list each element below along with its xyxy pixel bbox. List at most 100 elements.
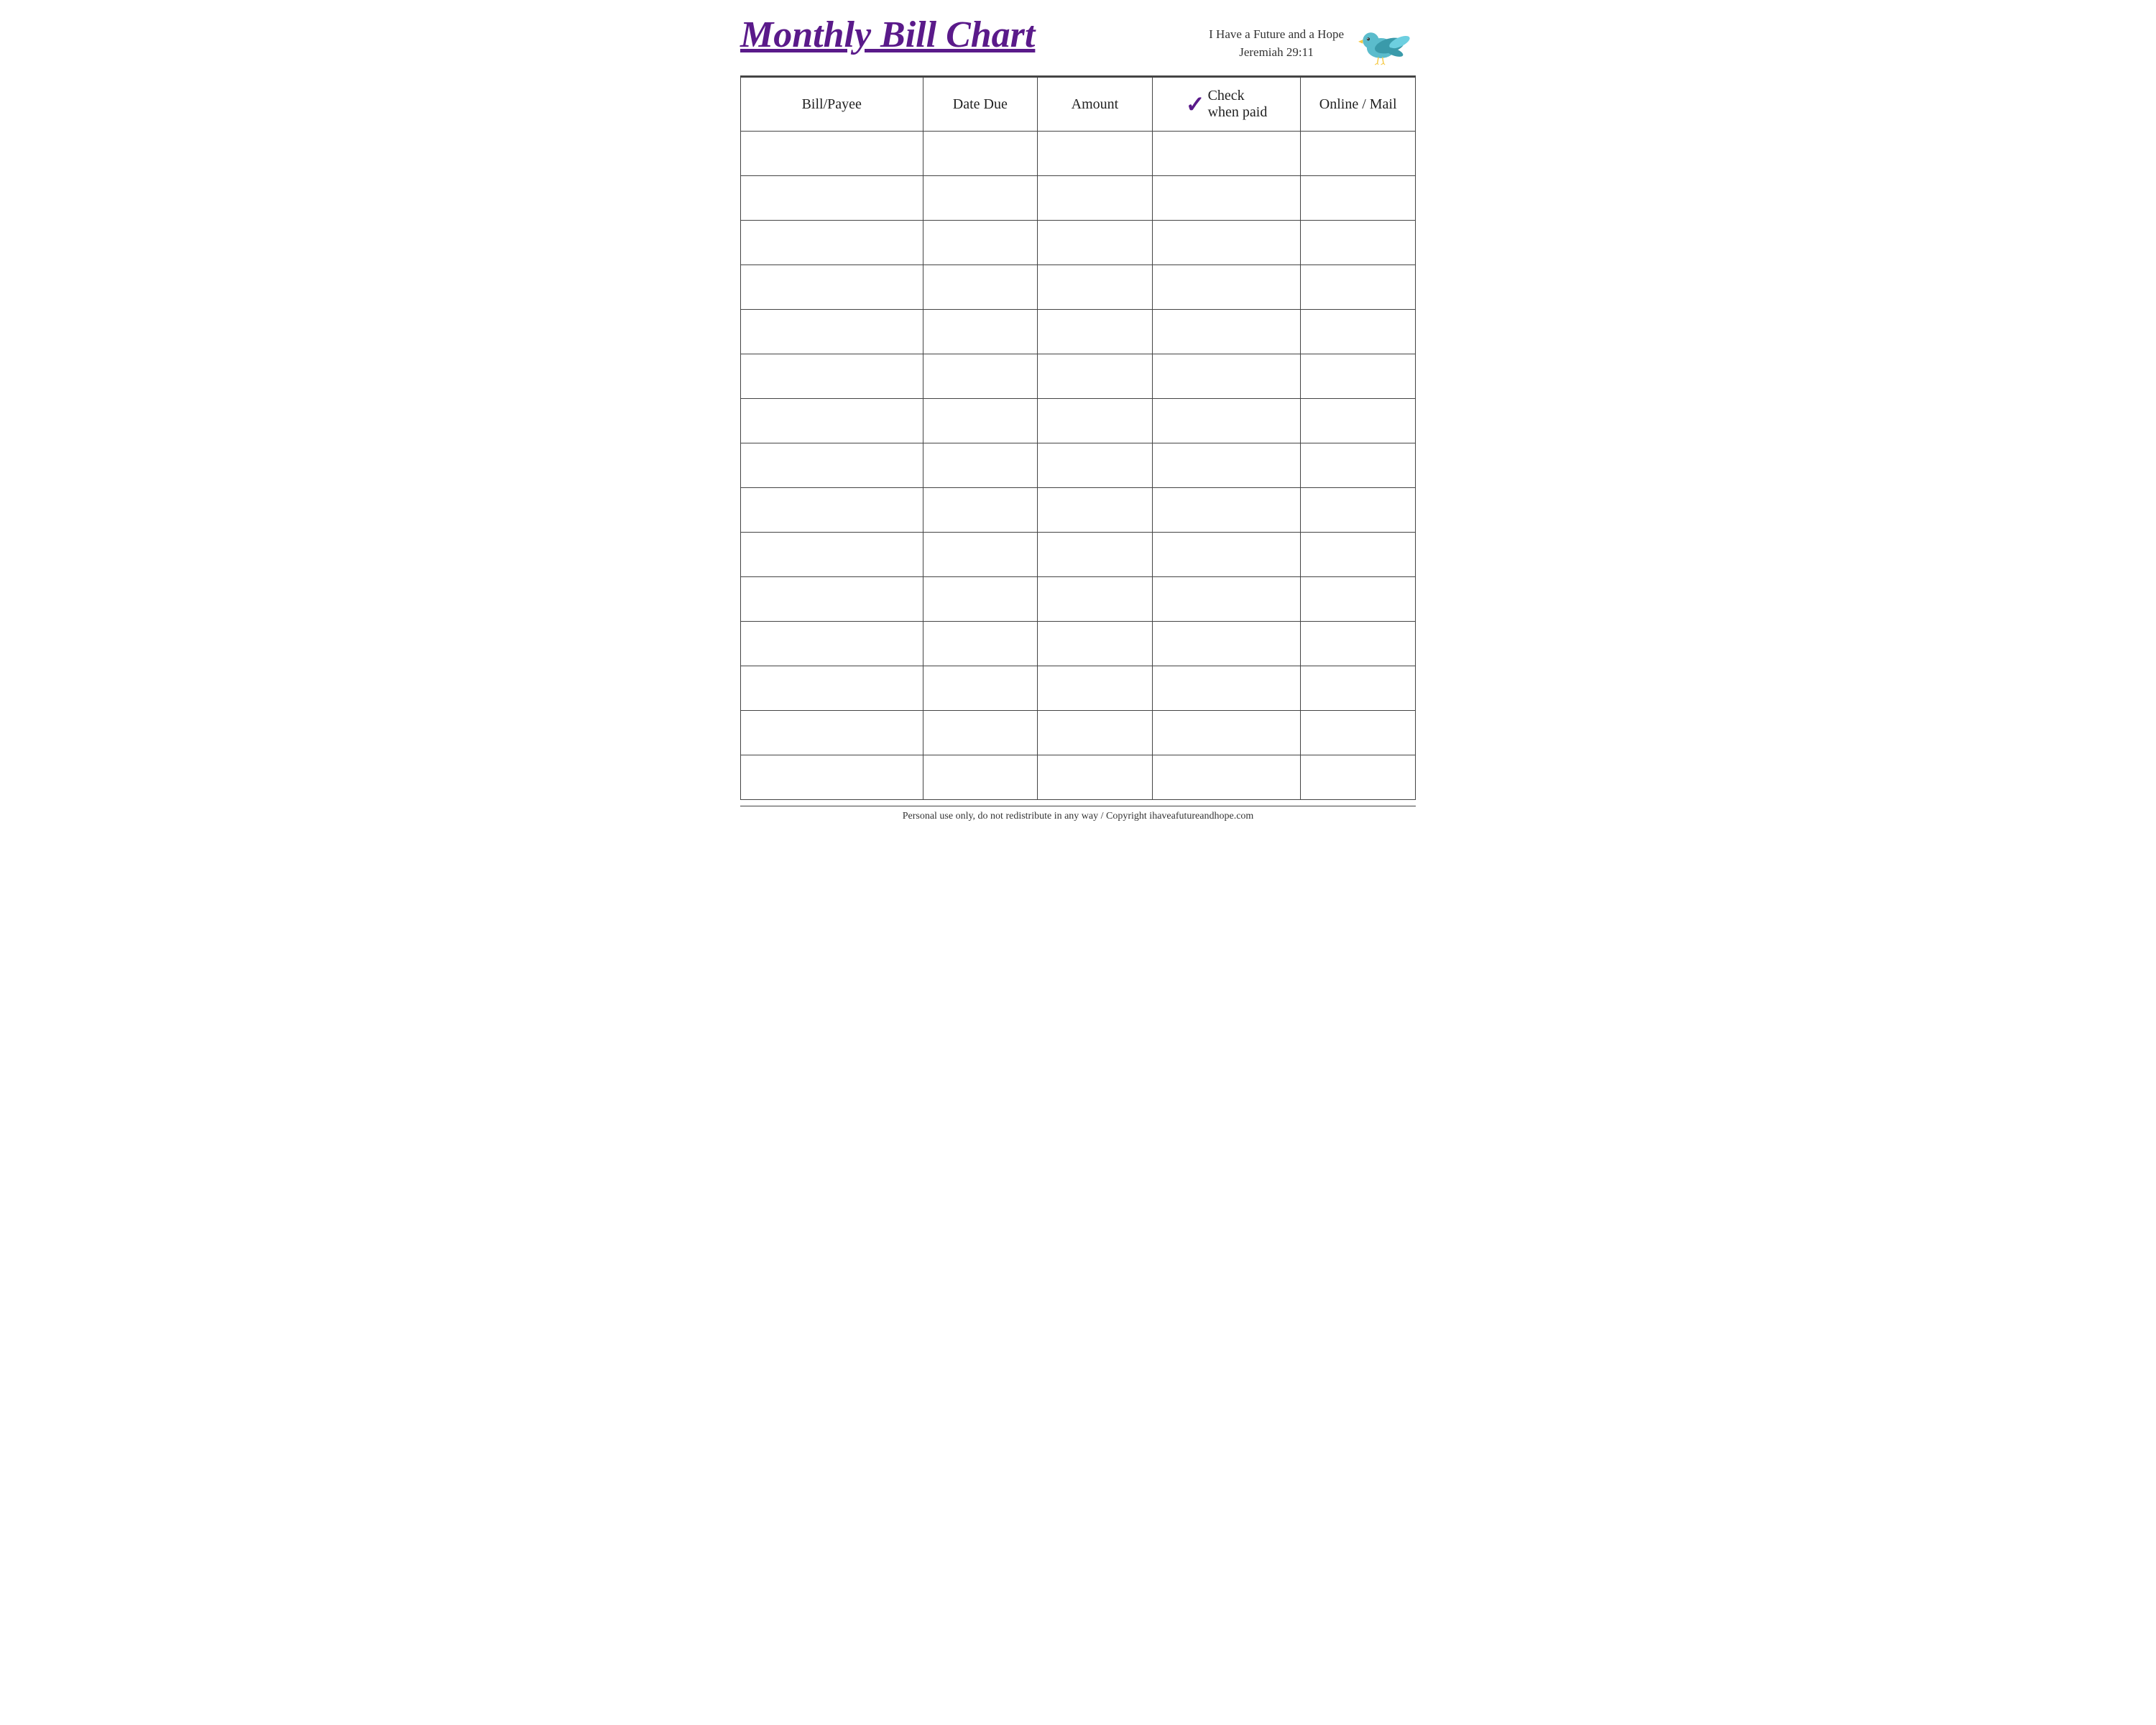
bird-container: I Have a Future and a Hope Jeremiah 29:1… [1209, 18, 1416, 68]
table-cell [923, 354, 1038, 399]
table-cell [741, 176, 923, 221]
table-cell [1301, 399, 1416, 443]
table-cell [1301, 533, 1416, 577]
table-cell [1038, 577, 1153, 622]
table-cell [1301, 488, 1416, 533]
table-row [741, 399, 1416, 443]
table-cell [741, 399, 923, 443]
check-text: Check when paid [1208, 88, 1268, 121]
footer-text: Personal use only, do not redistribute i… [903, 811, 1254, 822]
table-cell [741, 622, 923, 666]
table-cell [1152, 310, 1301, 354]
table-cell [923, 666, 1038, 711]
table-cell [1152, 221, 1301, 265]
table-cell [923, 176, 1038, 221]
table-cell [1301, 711, 1416, 755]
table-cell [1038, 399, 1153, 443]
table-cell [1038, 666, 1153, 711]
table-cell [1301, 443, 1416, 488]
table-row [741, 488, 1416, 533]
table-row [741, 666, 1416, 711]
table-cell [1038, 443, 1153, 488]
table-cell [1301, 176, 1416, 221]
table-cell [741, 711, 923, 755]
checkmark-icon: ✓ [1186, 93, 1205, 116]
col-header-date: Date Due [923, 78, 1038, 132]
table-cell [923, 132, 1038, 176]
tagline-line2: Jeremiah 29:11 [1239, 45, 1314, 59]
table-cell [1038, 488, 1153, 533]
tagline-line1: I Have a Future and a Hope [1209, 27, 1344, 41]
table-cell [1038, 176, 1153, 221]
table-cell [1152, 488, 1301, 533]
table-cell [1038, 755, 1153, 800]
table-row [741, 533, 1416, 577]
table-cell [1152, 265, 1301, 310]
table-cell [1152, 132, 1301, 176]
table-cell [1038, 533, 1153, 577]
table-row [741, 310, 1416, 354]
table-cell [923, 755, 1038, 800]
table-cell [1152, 354, 1301, 399]
table-cell [1152, 622, 1301, 666]
table-cell [1301, 310, 1416, 354]
table-cell [741, 221, 923, 265]
table-row [741, 221, 1416, 265]
table-cell [1152, 755, 1301, 800]
table-cell [741, 755, 923, 800]
table-cell [923, 711, 1038, 755]
check-header-content: ✓ Check when paid [1158, 88, 1295, 121]
table-cell [1152, 533, 1301, 577]
table-row [741, 711, 1416, 755]
table-row [741, 755, 1416, 800]
col-header-online: Online / Mail [1301, 78, 1416, 132]
table-cell [1038, 132, 1153, 176]
table-cell [923, 622, 1038, 666]
table-cell [1301, 666, 1416, 711]
table-cell [741, 310, 923, 354]
table-row [741, 354, 1416, 399]
table-header-row: Bill/Payee Date Due Amount ✓ Check when … [741, 78, 1416, 132]
table-cell [1301, 755, 1416, 800]
table-cell [1038, 622, 1153, 666]
table-cell [1152, 711, 1301, 755]
table-cell [1152, 577, 1301, 622]
table-cell [1152, 666, 1301, 711]
table-cell [923, 577, 1038, 622]
table-cell [1301, 577, 1416, 622]
table-cell [1301, 132, 1416, 176]
table-cell [1038, 711, 1153, 755]
col-header-amount: Amount [1038, 78, 1153, 132]
table-cell [1152, 176, 1301, 221]
page-header: Monthly Bill Chart I Have a Future and a… [740, 14, 1416, 68]
table-cell [1152, 399, 1301, 443]
table-cell [741, 533, 923, 577]
footer: Personal use only, do not redistribute i… [740, 806, 1416, 827]
table-cell [741, 265, 923, 310]
table-cell [923, 399, 1038, 443]
table-cell [1301, 354, 1416, 399]
table-row [741, 265, 1416, 310]
table-cell [923, 443, 1038, 488]
table-cell [741, 132, 923, 176]
table-cell [1038, 354, 1153, 399]
table-cell [923, 488, 1038, 533]
table-row [741, 443, 1416, 488]
table-cell [1038, 265, 1153, 310]
table-cell [923, 533, 1038, 577]
table-cell [741, 354, 923, 399]
table-cell [1301, 221, 1416, 265]
table-cell [1301, 622, 1416, 666]
table-body [741, 132, 1416, 800]
page-title: Monthly Bill Chart [740, 14, 1035, 55]
col-header-check: ✓ Check when paid [1152, 78, 1301, 132]
table-cell [1152, 443, 1301, 488]
bird-icon [1351, 18, 1416, 68]
table-row [741, 622, 1416, 666]
table-cell [1038, 221, 1153, 265]
table-cell [923, 221, 1038, 265]
header-right: I Have a Future and a Hope Jeremiah 29:1… [1209, 18, 1416, 68]
table-cell [923, 265, 1038, 310]
table-cell [1038, 310, 1153, 354]
table-cell [741, 577, 923, 622]
